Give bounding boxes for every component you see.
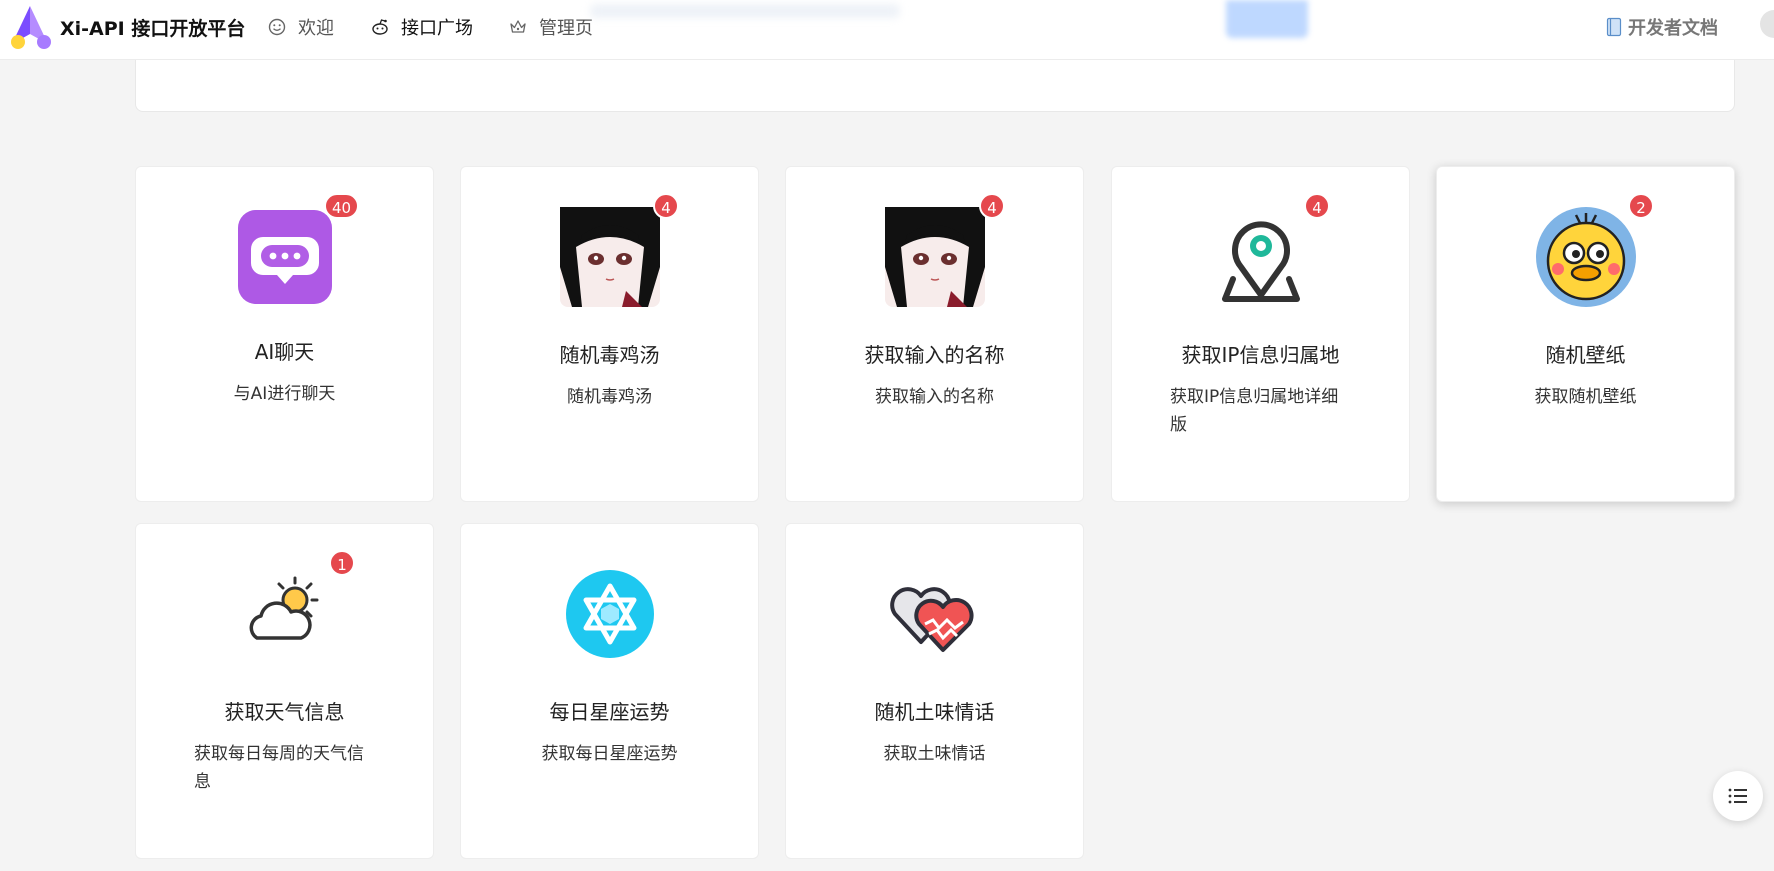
developer-docs-link[interactable]: 开发者文档 bbox=[1606, 14, 1718, 40]
user-avatar[interactable] bbox=[1760, 10, 1774, 38]
usage-count-badge: 4 bbox=[1304, 193, 1330, 219]
card-title: 随机土味情话 bbox=[874, 700, 995, 724]
nav-welcome-label: 欢迎 bbox=[298, 18, 334, 39]
reddit-icon bbox=[372, 19, 388, 35]
card-title: 获取IP信息归属地 bbox=[1181, 343, 1340, 367]
card-icon-wrap bbox=[1437, 207, 1734, 307]
nav-welcome[interactable]: 欢迎 bbox=[268, 14, 334, 40]
usage-count-badge: 40 bbox=[324, 193, 360, 219]
api-card-ai-chat[interactable]: 40 AI聊天 与AI进行聊天 bbox=[135, 166, 434, 502]
location-pin-icon bbox=[1221, 221, 1300, 302]
card-title: 获取输入的名称 bbox=[864, 343, 1005, 367]
blurred-header-button[interactable] bbox=[1226, 0, 1308, 38]
anime-girl-avatar bbox=[884, 207, 985, 307]
cartoon-chick-avatar bbox=[1535, 207, 1636, 307]
smile-icon bbox=[268, 18, 286, 36]
api-card-horoscope[interactable]: 每日星座运势 获取每日星座运势 bbox=[460, 523, 759, 859]
card-description: 获取随机壁纸 bbox=[1534, 387, 1637, 407]
card-icon-wrap bbox=[136, 207, 433, 307]
nav-api-square-label: 接口广场 bbox=[401, 18, 473, 39]
developer-docs-label: 开发者文档 bbox=[1628, 18, 1718, 39]
card-title: AI聊天 bbox=[254, 340, 315, 364]
weather-cloud-sun-icon bbox=[249, 576, 318, 640]
card-title: 获取天气信息 bbox=[224, 700, 345, 724]
card-description: 随机毒鸡汤 bbox=[567, 387, 652, 407]
usage-count-badge: 2 bbox=[1628, 193, 1654, 219]
api-card-ip-location[interactable]: 4 获取IP信息归属地 获取IP信息归属地详细版 bbox=[1111, 166, 1410, 502]
api-card-weather[interactable]: 1 获取天气信息 获取每日每周的天气信息 bbox=[135, 523, 434, 859]
list-icon bbox=[1728, 788, 1747, 804]
hearts-icon bbox=[889, 587, 974, 652]
card-description: 获取IP信息归属地详细版 bbox=[1170, 387, 1339, 435]
card-title: 每日星座运势 bbox=[549, 700, 670, 724]
api-card-get-name[interactable]: 4 获取输入的名称 获取输入的名称 bbox=[785, 166, 1084, 502]
card-description: 获取土味情话 bbox=[883, 744, 986, 764]
card-icon-wrap bbox=[136, 564, 433, 664]
card-title: 随机毒鸡汤 bbox=[559, 343, 660, 367]
api-card-random-wallpaper[interactable]: 2 随机壁纸 获取随机壁纸 bbox=[1436, 166, 1735, 502]
usage-count-badge: 4 bbox=[653, 193, 679, 219]
book-icon bbox=[1606, 17, 1622, 37]
nav-admin-label: 管理页 bbox=[539, 18, 593, 39]
app-logo-icon[interactable] bbox=[8, 4, 54, 50]
star-of-david-icon bbox=[565, 570, 654, 658]
card-icon-wrap bbox=[461, 207, 758, 307]
app-title[interactable]: Xi-API 接口开放平台 bbox=[60, 14, 245, 41]
usage-count-badge: 4 bbox=[979, 193, 1005, 219]
api-card-love-words[interactable]: 随机土味情话 获取土味情话 bbox=[785, 523, 1084, 859]
card-description: 获取每日每周的天气信息 bbox=[194, 744, 364, 792]
nav-admin[interactable]: 管理页 bbox=[509, 14, 593, 40]
anime-girl-avatar bbox=[559, 207, 660, 307]
top-header: Xi-API 接口开放平台 欢迎 接口广场 管理页 开发者文档 bbox=[0, 0, 1774, 60]
card-icon-wrap bbox=[786, 564, 1083, 664]
card-icon-wrap bbox=[461, 564, 758, 664]
card-description: 获取输入的名称 bbox=[875, 387, 994, 407]
float-list-button[interactable] bbox=[1713, 771, 1763, 821]
card-description: 与AI进行聊天 bbox=[233, 384, 336, 404]
crown-icon bbox=[510, 20, 526, 33]
card-description: 获取每日星座运势 bbox=[541, 744, 678, 764]
api-card-random-soup[interactable]: 4 随机毒鸡汤 随机毒鸡汤 bbox=[460, 166, 759, 502]
card-title: 随机壁纸 bbox=[1545, 343, 1626, 367]
search-panel bbox=[135, 60, 1735, 112]
blurred-header-text bbox=[590, 4, 900, 18]
card-icon-wrap bbox=[786, 207, 1083, 307]
nav-api-square[interactable]: 接口广场 bbox=[371, 14, 473, 40]
usage-count-badge: 1 bbox=[329, 550, 355, 576]
chat-bubble-icon bbox=[237, 210, 332, 304]
card-icon-wrap bbox=[1112, 207, 1409, 307]
